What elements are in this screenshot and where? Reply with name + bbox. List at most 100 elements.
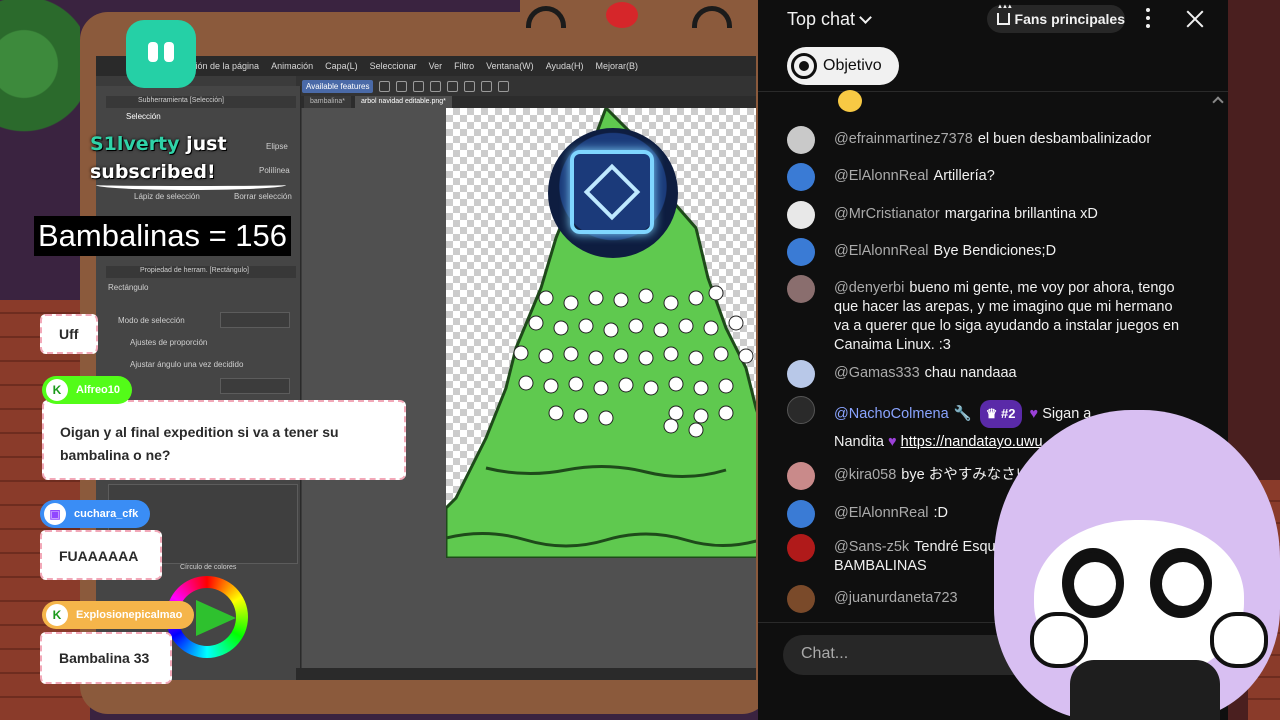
chat-text: :D: [933, 505, 949, 521]
avatar[interactable]: [787, 462, 815, 490]
tool-elipse[interactable]: Elipse: [266, 142, 288, 151]
overlay-chat-text: Oigan y al final expedition si va a tene…: [60, 424, 339, 463]
menu-animacion[interactable]: Animación: [265, 56, 319, 76]
save-icon[interactable]: [430, 80, 442, 92]
chat-author[interactable]: @denyerbi: [834, 280, 904, 296]
command-bar: Available features: [296, 76, 756, 96]
chat-author[interactable]: @kira058: [834, 467, 896, 483]
chat-link[interactable]: https://nandatayo.uwu: [901, 434, 1043, 450]
menu-capa[interactable]: Capa(L): [319, 56, 364, 76]
chat-text: chau nandaaa: [924, 365, 1017, 381]
color-triangle[interactable]: [196, 600, 236, 636]
wreath-decoration: [0, 0, 80, 160]
chat-author[interactable]: @Gamas333: [834, 365, 920, 381]
avatar[interactable]: [787, 500, 815, 528]
chat-author[interactable]: @ElAlonnReal: [834, 505, 929, 521]
selection-mode-buttons[interactable]: [220, 312, 290, 328]
alert-swoosh: [96, 180, 286, 190]
overlay-chat-bubble: Oigan y al final expedition si va a tene…: [42, 400, 406, 480]
tool-polilinea[interactable]: Polilínea: [259, 166, 290, 175]
avatar[interactable]: [787, 238, 815, 266]
tool-lapiz-seleccion[interactable]: Lápiz de selección: [134, 192, 200, 201]
twitch-icon: ▣: [44, 503, 66, 525]
vtuber-eye-right: [1150, 548, 1212, 618]
menu-seleccionar[interactable]: Seleccionar: [364, 56, 423, 76]
chat-author[interactable]: @juanurdaneta723: [834, 590, 958, 606]
rectangle-label: Rectángulo: [108, 283, 149, 292]
top-fans-label: Fans principales: [1014, 11, 1125, 27]
avatar[interactable]: [787, 360, 815, 388]
chat-author[interactable]: @NachoColmena: [834, 406, 949, 422]
bambalinas-counter: Bambalinas = 156: [34, 216, 292, 256]
redo-icon[interactable]: [464, 80, 476, 92]
more-options-icon[interactable]: [1146, 8, 1150, 28]
subscription-alert: S1lverty just subscribed!: [90, 130, 227, 186]
alert-username: S1lverty: [90, 133, 180, 155]
chat-author[interactable]: @ElAlonnReal: [834, 168, 929, 184]
chat-author[interactable]: @Sans-z5k: [834, 539, 909, 555]
kick-logo-icon: [126, 20, 196, 88]
avatar[interactable]: [787, 126, 815, 154]
chat-text: el buen desbambalinizador: [977, 131, 1152, 147]
open-icon[interactable]: [413, 80, 425, 92]
avatar[interactable]: [787, 163, 815, 191]
goal-chip[interactable]: Objetivo: [787, 47, 899, 85]
tool-borrar-seleccion[interactable]: Borrar selección: [234, 192, 292, 201]
transform-icon[interactable]: [498, 80, 510, 92]
reindeer-nose: [606, 2, 638, 28]
vtuber-hand-left: [1030, 612, 1088, 668]
canvas-area[interactable]: [302, 108, 756, 680]
tool-property-title: Propiedad de herram. [Rectángulo]: [140, 267, 249, 274]
overlay-username: cuchara_cfk: [74, 508, 139, 520]
adjust-angle-label[interactable]: Ajustar ángulo una vez decidido: [130, 360, 243, 369]
avatar[interactable]: [787, 275, 815, 303]
wrench-icon: 🔧: [953, 406, 972, 422]
color-circle-label: Círculo de colores: [180, 564, 237, 571]
chat-author[interactable]: @MrCristianator: [834, 206, 940, 222]
close-icon[interactable]: [1184, 8, 1206, 30]
chat-text: Bye Bendiciones;D: [933, 243, 1057, 259]
available-features-button[interactable]: Available features: [302, 79, 374, 93]
overlay-chat-bubble: FUAAAAAA: [40, 530, 162, 580]
kick-icon: K: [46, 379, 68, 401]
avatar[interactable]: [787, 201, 815, 229]
settings-icon[interactable]: [481, 80, 493, 92]
menu-ver[interactable]: Ver: [423, 56, 449, 76]
tab-bambalina[interactable]: bambalina*: [304, 96, 352, 108]
chat-text: BAMBALINAS: [834, 558, 927, 574]
menu-icon[interactable]: [379, 80, 391, 92]
chat-author[interactable]: @ElAlonnReal: [834, 243, 929, 259]
undo-icon[interactable]: [447, 80, 459, 92]
avatar[interactable]: [787, 585, 815, 613]
vtuber-eye-left: [1062, 548, 1124, 618]
tab-arbol-navidad[interactable]: arbol navidad editable.png*: [355, 96, 452, 108]
avatar[interactable]: [787, 534, 815, 562]
top-fans-button[interactable]: Fans principales: [987, 4, 1125, 33]
chat-text: Tendré Esqui: [914, 539, 999, 555]
chat-text: Artillería?: [933, 168, 995, 184]
emoji-icon: [838, 90, 862, 112]
avatar[interactable]: [787, 396, 815, 424]
overlay-username: Alfreo10: [76, 384, 121, 396]
selection-mode-label: Modo de selección: [118, 316, 185, 325]
status-bar: [296, 668, 756, 680]
menu-ventana[interactable]: Ventana(W): [480, 56, 540, 76]
overlay-chat-text: Bambalina 33: [59, 650, 150, 666]
rank-number: #2: [1001, 406, 1016, 421]
overlay-user-badge: K Explosionepicalmao: [42, 601, 195, 629]
tool-seleccion[interactable]: Selección: [126, 112, 161, 121]
overlay-chat-text: FUAAAAAA: [59, 548, 139, 564]
brush-shape-selector[interactable]: [220, 378, 290, 394]
chevron-down-icon: [859, 11, 872, 24]
menu-mejorar[interactable]: Mejorar(B): [590, 56, 645, 76]
menu-filtro[interactable]: Filtro: [448, 56, 480, 76]
chat-author[interactable]: @efrainmartinez7378: [834, 131, 973, 147]
overlay-chat-bubble: Bambalina 33: [40, 632, 172, 684]
chat-text: bye おやすみなさい: [901, 467, 1031, 483]
chat-mode-dropdown[interactable]: Top chat: [787, 9, 872, 30]
aspect-ratio-label[interactable]: Ajustes de proporción: [130, 338, 207, 347]
overlay-user-badge: K Alfreo10: [42, 376, 133, 404]
chat-text: Nandita: [834, 434, 884, 450]
menu-ayuda[interactable]: Ayuda(H): [540, 56, 590, 76]
layer-icon[interactable]: [396, 80, 408, 92]
